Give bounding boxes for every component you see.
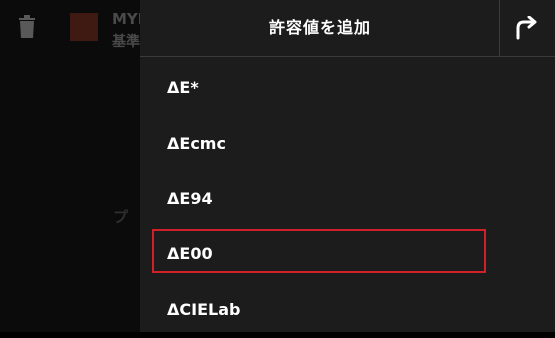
- tolerance-option-delta-e-star[interactable]: ΔE*: [140, 60, 555, 116]
- tolerance-option-delta-ecmc[interactable]: ΔEcmc: [140, 116, 555, 172]
- tolerance-option-delta-e00[interactable]: ΔE00: [140, 226, 555, 282]
- add-tolerance-panel: 許容値を追加 ΔE* ΔEcmc ΔE94 ΔE00 ΔCIELab: [140, 0, 555, 332]
- option-label: ΔE00: [167, 244, 213, 263]
- background-label: プ: [113, 208, 129, 226]
- option-label: ΔEcmc: [167, 134, 226, 153]
- panel-header: 許容値を追加: [140, 0, 555, 57]
- option-label: ΔE94: [167, 189, 213, 208]
- redo-button[interactable]: [500, 0, 555, 56]
- trash-icon[interactable]: [16, 15, 38, 39]
- tolerance-option-delta-e94[interactable]: ΔE94: [140, 171, 555, 227]
- item-standard-label: 基準: [112, 34, 140, 50]
- tolerance-option-delta-cielab[interactable]: ΔCIELab: [140, 282, 555, 338]
- redo-arrow-icon: [516, 16, 537, 40]
- option-label: ΔE*: [167, 78, 199, 97]
- option-label: ΔCIELab: [167, 300, 241, 319]
- panel-title: 許容値を追加: [268, 18, 371, 37]
- color-swatch: [70, 13, 98, 41]
